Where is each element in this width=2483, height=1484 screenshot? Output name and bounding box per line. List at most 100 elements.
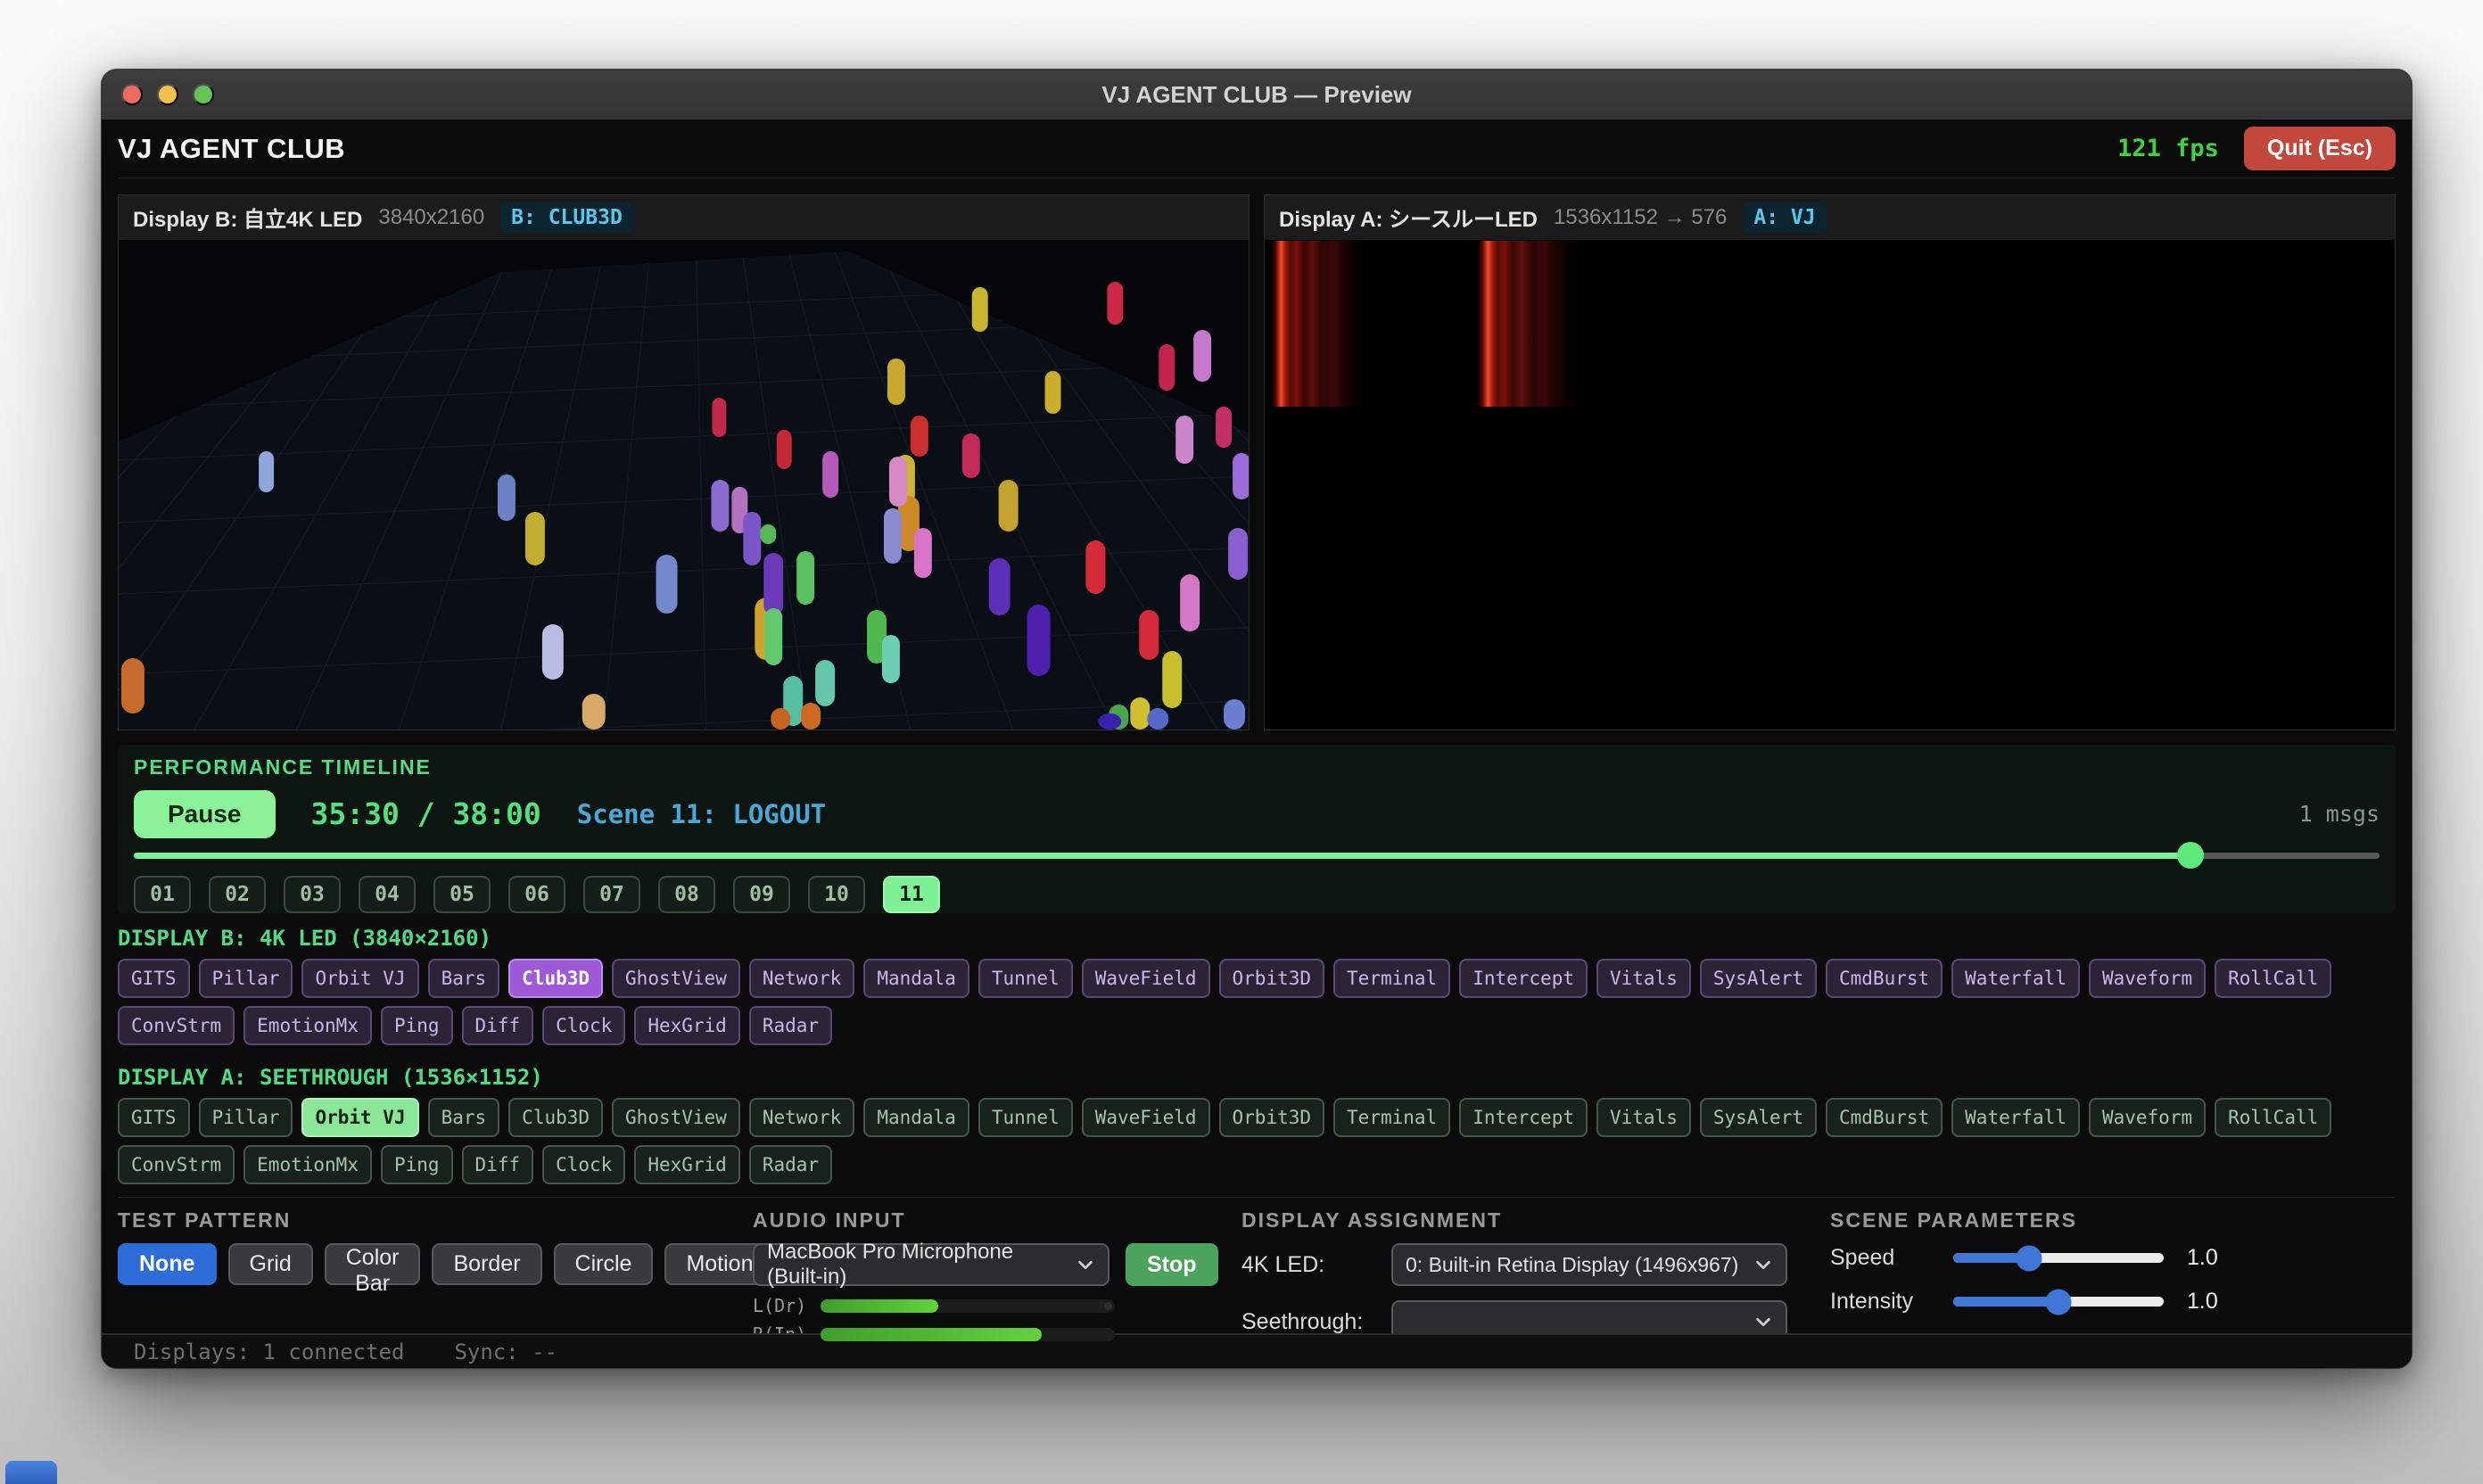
chevron-down-icon: [1753, 1312, 1773, 1331]
display-b-scene-button-emotionmx[interactable]: EmotionMx: [243, 1006, 372, 1045]
test-pattern-button-color-bar[interactable]: Color Bar: [325, 1243, 421, 1285]
scene-parameters-label: SCENE PARAMETERS: [1830, 1208, 2396, 1233]
display-a-scene-button-mandala[interactable]: Mandala: [863, 1098, 969, 1137]
display-b-scene-button-mandala[interactable]: Mandala: [863, 959, 969, 998]
scene-parameter-row: Intensity1.0: [1830, 1289, 2396, 1315]
display-b-scene-button-convstrm[interactable]: ConvStrm: [118, 1006, 235, 1045]
display-b-scene-button-gits[interactable]: GITS: [118, 959, 190, 998]
display-a-scene-button-waveform[interactable]: Waveform: [2089, 1098, 2206, 1137]
display-a-scene-button-orbit-vj[interactable]: Orbit VJ: [301, 1098, 418, 1137]
display-b-panel: Display B: 自立4K LED 3840x2160 B: CLUB3D: [118, 194, 1250, 730]
display-a-scene-button-intercept[interactable]: Intercept: [1459, 1098, 1588, 1137]
red-led-bar-cluster: [1478, 241, 1577, 407]
display-a-scene-button-waterfall[interactable]: Waterfall: [1951, 1098, 2080, 1137]
display-a-scene-button-clock[interactable]: Clock: [542, 1145, 625, 1184]
display-b-scene-button-wavefield[interactable]: WaveField: [1082, 959, 1210, 998]
parameter-slider-thumb[interactable]: [2016, 1245, 2042, 1271]
display-b-title: Display B: 自立4K LED: [133, 202, 362, 233]
scene-button-08[interactable]: 08: [658, 876, 715, 913]
display-a-scene-button-orbit3d[interactable]: Orbit3D: [1219, 1098, 1325, 1137]
display-b-scene-button-sysalert[interactable]: SysAlert: [1700, 959, 1817, 998]
display-a-scene-button-club3d[interactable]: Club3D: [508, 1098, 603, 1137]
audio-device-select[interactable]: MacBook Pro Microphone (Built-in): [753, 1243, 1110, 1286]
display-b-scene-button-clock[interactable]: Clock: [542, 1006, 625, 1045]
titlebar[interactable]: VJ AGENT CLUB — Preview: [102, 70, 2412, 120]
test-pattern-button-grid[interactable]: Grid: [228, 1243, 313, 1285]
parameter-slider-thumb[interactable]: [2046, 1289, 2072, 1315]
scene-button-09[interactable]: 09: [733, 876, 790, 913]
minimize-window-icon[interactable]: [157, 84, 178, 105]
display-a-scene-button-emotionmx[interactable]: EmotionMx: [243, 1145, 372, 1184]
display-a-scene-button-gits[interactable]: GITS: [118, 1098, 190, 1137]
scene-button-06[interactable]: 06: [508, 876, 565, 913]
display-b-scene-button-intercept[interactable]: Intercept: [1459, 959, 1588, 998]
display-b-scene-button-radar[interactable]: Radar: [749, 1006, 832, 1045]
parameter-slider[interactable]: [1953, 1297, 2164, 1307]
scene-button-02[interactable]: 02: [209, 876, 266, 913]
display-a-scene-button-wavefield[interactable]: WaveField: [1082, 1098, 1210, 1137]
display-b-scene-button-tunnel[interactable]: Tunnel: [978, 959, 1073, 998]
display-b-scene-button-pillar[interactable]: Pillar: [199, 959, 293, 998]
display-b-scene-button-terminal[interactable]: Terminal: [1333, 959, 1450, 998]
display-b-scene-button-orbit3d[interactable]: Orbit3D: [1219, 959, 1325, 998]
scene-button-03[interactable]: 03: [284, 876, 341, 913]
timeline-slider[interactable]: [134, 844, 2380, 867]
test-pattern-button-circle[interactable]: Circle: [554, 1243, 654, 1285]
app-title: VJ AGENT CLUB: [118, 133, 345, 165]
scene-button-04[interactable]: 04: [359, 876, 416, 913]
parameter-slider[interactable]: [1953, 1253, 2164, 1263]
display-a-scene-button-convstrm[interactable]: ConvStrm: [118, 1145, 235, 1184]
quit-button[interactable]: Quit (Esc): [2244, 127, 2396, 170]
scene-button-07[interactable]: 07: [583, 876, 640, 913]
display-a-scene-button-tunnel[interactable]: Tunnel: [978, 1098, 1073, 1137]
display-a-scene-button-terminal[interactable]: Terminal: [1333, 1098, 1450, 1137]
display-a-scene-button-network[interactable]: Network: [749, 1098, 855, 1137]
display-a-scene-button-hexgrid[interactable]: HexGrid: [634, 1145, 740, 1184]
3d-scene: [119, 241, 1249, 730]
zoom-window-icon[interactable]: [193, 84, 214, 105]
assignment-display-select[interactable]: 0: Built-in Retina Display (1496x967): [1391, 1243, 1787, 1286]
scene-button-05[interactable]: 05: [433, 876, 491, 913]
display-b-scene-button-bars[interactable]: Bars: [428, 959, 500, 998]
audio-meter-track: [821, 1328, 1115, 1341]
test-pattern-label: TEST PATTERN: [118, 1208, 753, 1233]
display-a-scene-button-radar[interactable]: Radar: [749, 1145, 832, 1184]
display-a-scene-button-bars[interactable]: Bars: [428, 1098, 500, 1137]
stop-audio-button[interactable]: Stop: [1126, 1243, 1218, 1286]
display-b-scene-button-diff[interactable]: Diff: [462, 1006, 534, 1045]
display-b-scene-button-network[interactable]: Network: [749, 959, 855, 998]
display-a-scene-button-cmdburst[interactable]: CmdBurst: [1826, 1098, 1943, 1137]
display-a-scene-button-ping[interactable]: Ping: [381, 1145, 453, 1184]
close-window-icon[interactable]: [121, 84, 143, 105]
display-a-scene-button-ghostview[interactable]: GhostView: [612, 1098, 740, 1137]
test-pattern-section: TEST PATTERN None Grid Color Bar Border Circ…: [118, 1208, 753, 1333]
display-b-scenes-section: DISPLAY B: 4K LED (3840×2160) GITSPillar…: [118, 926, 2396, 1045]
timeline-msgs-count: 1 msgs: [2299, 801, 2380, 827]
parameter-value: 1.0: [2187, 1245, 2218, 1271]
audio-device-value: MacBook Pro Microphone (Built-in): [767, 1240, 1067, 1290]
status-displays: Displays: 1 connected: [134, 1340, 404, 1364]
display-b-scene-button-orbit-vj[interactable]: Orbit VJ: [301, 959, 418, 998]
scene-button-01[interactable]: 01: [134, 876, 191, 913]
display-a-scene-button-vitals[interactable]: Vitals: [1596, 1098, 1691, 1137]
display-b-scene-button-ghostview[interactable]: GhostView: [612, 959, 740, 998]
display-b-scene-button-cmdburst[interactable]: CmdBurst: [1826, 959, 1943, 998]
scene-button-11[interactable]: 11: [883, 876, 940, 913]
display-b-scene-button-club3d[interactable]: Club3D: [508, 959, 603, 998]
pause-button[interactable]: Pause: [134, 790, 276, 838]
display-a-scene-button-rollcall[interactable]: RollCall: [2215, 1098, 2331, 1137]
display-b-scene-button-rollcall[interactable]: RollCall: [2215, 959, 2331, 998]
test-pattern-button-border[interactable]: Border: [432, 1243, 541, 1285]
display-b-scene-button-vitals[interactable]: Vitals: [1596, 959, 1691, 998]
timeline-time: 35:30 / 38:00: [311, 796, 541, 831]
display-b-scene-button-ping[interactable]: Ping: [381, 1006, 453, 1045]
timeline-slider-thumb[interactable]: [2177, 842, 2204, 869]
scene-button-10[interactable]: 10: [808, 876, 865, 913]
display-b-scene-button-hexgrid[interactable]: HexGrid: [634, 1006, 740, 1045]
display-a-scene-button-sysalert[interactable]: SysAlert: [1700, 1098, 1817, 1137]
display-b-scene-button-waterfall[interactable]: Waterfall: [1951, 959, 2080, 998]
display-a-scene-button-pillar[interactable]: Pillar: [199, 1098, 293, 1137]
test-pattern-button-none[interactable]: None: [118, 1243, 217, 1285]
display-b-scene-button-waveform[interactable]: Waveform: [2089, 959, 2206, 998]
display-a-scene-button-diff[interactable]: Diff: [462, 1145, 534, 1184]
